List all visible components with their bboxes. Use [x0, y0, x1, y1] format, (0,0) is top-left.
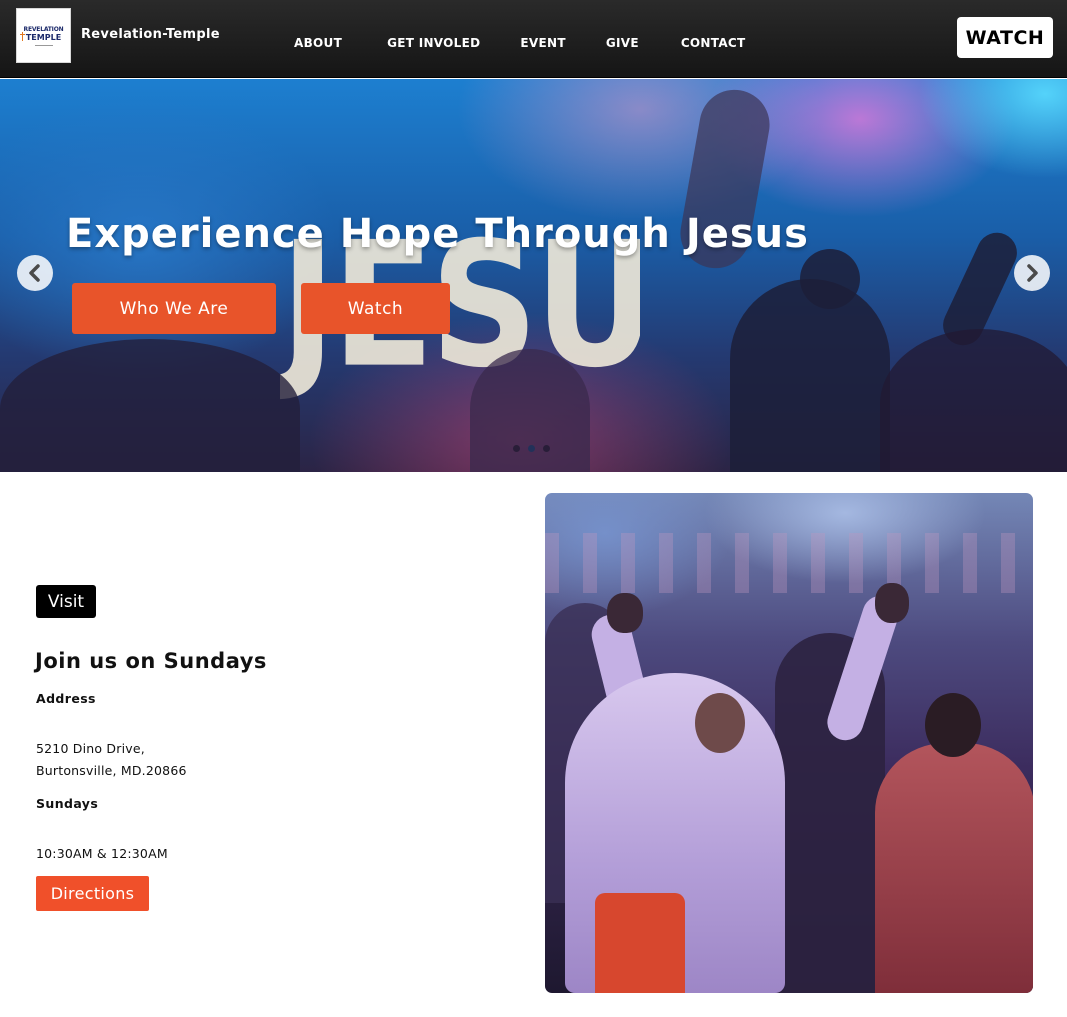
directions-button[interactable]: Directions: [36, 876, 149, 911]
carousel-dot-2[interactable]: [528, 445, 535, 452]
worship-photo: [545, 493, 1033, 993]
hero-photo-shape: [0, 339, 300, 472]
hero-photo-shape: [470, 349, 590, 472]
hero-carousel: JESUS Experience Hope Through Jesus Who …: [0, 79, 1067, 472]
site-name[interactable]: Revelation-Temple: [81, 27, 220, 42]
logo-text-top: REVELATION: [23, 25, 64, 33]
logo-text-bottom: TEMPLE: [19, 31, 61, 42]
photo-shape: [607, 593, 643, 633]
address-label: Address: [36, 691, 96, 706]
nav-link-get-involved[interactable]: GET INVOLED: [387, 36, 480, 50]
address-line-2: Burtonsville, MD.20866: [36, 763, 187, 778]
watch-button[interactable]: WATCH: [957, 17, 1053, 58]
visit-heading: Join us on Sundays: [35, 649, 267, 673]
carousel-prev-button[interactable]: [17, 255, 53, 291]
sundays-label: Sundays: [36, 796, 99, 811]
logo-divider: [34, 44, 53, 46]
nav-link-about[interactable]: ABOUT: [294, 36, 342, 50]
photo-shape: [875, 583, 909, 623]
photo-shape: [545, 533, 1033, 593]
hero-photo-shape: [800, 249, 860, 309]
photo-shape: [595, 893, 685, 993]
cross-icon: [19, 31, 25, 41]
hero-watch-button[interactable]: Watch: [301, 283, 450, 334]
hero-photo-shape: [730, 279, 890, 472]
carousel-dot-3[interactable]: [543, 445, 550, 452]
carousel-next-button[interactable]: [1014, 255, 1050, 291]
service-times: 10:30AM & 12:30AM: [36, 846, 168, 861]
nav-link-give[interactable]: GIVE: [606, 36, 639, 50]
navbar: REVELATION TEMPLE Revelation-Temple ABOU…: [0, 0, 1067, 78]
photo-shape: [695, 693, 745, 753]
site-logo[interactable]: REVELATION TEMPLE: [16, 8, 71, 63]
nav-link-contact[interactable]: CONTACT: [681, 36, 746, 50]
who-we-are-button[interactable]: Who We Are: [72, 283, 276, 334]
carousel-indicators: [513, 445, 550, 452]
photo-shape: [925, 693, 981, 757]
carousel-dot-1[interactable]: [513, 445, 520, 452]
main-nav: ABOUT GET INVOLED EVENT GIVE CONTACT: [294, 36, 746, 50]
photo-shape: [875, 743, 1033, 993]
hero-title: Experience Hope Through Jesus: [66, 211, 809, 257]
nav-link-event[interactable]: EVENT: [520, 36, 565, 50]
visit-badge: Visit: [36, 585, 96, 618]
hero-photo-shape: [880, 329, 1067, 472]
address-line-1: 5210 Dino Drive,: [36, 741, 145, 756]
chevron-right-icon: [1027, 264, 1038, 282]
chevron-left-icon: [29, 264, 40, 282]
